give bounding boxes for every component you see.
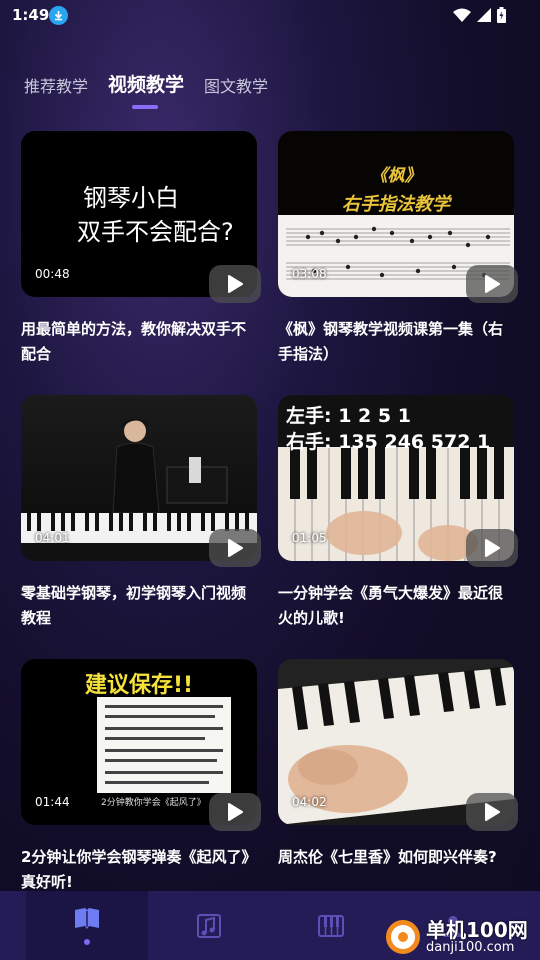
- play-button[interactable]: [209, 265, 261, 303]
- category-tabs: 推荐教学 视频教学 图文教学: [24, 70, 288, 109]
- video-duration: 03:08: [292, 267, 327, 281]
- video-title[interactable]: 《枫》钢琴教学视频课第一集（右手指法）: [278, 317, 514, 367]
- video-card[interactable]: 04:01 零基础学钢琴，初学钢琴入门视频教程: [21, 395, 261, 631]
- status-time: 1:49: [12, 6, 50, 24]
- status-bar: 1:49: [0, 0, 540, 32]
- thumb-line: 左手: 1 2 5 1: [286, 405, 411, 427]
- video-duration: 00:48: [35, 267, 70, 281]
- video-title[interactable]: 零基础学钢琴，初学钢琴入门视频教程: [21, 581, 257, 631]
- play-icon: [228, 539, 243, 557]
- video-card[interactable]: 左手: 1 2 5 1 右手: 135 246 572 1 01:05 一分钟学…: [278, 395, 518, 631]
- tab-recommended[interactable]: 推荐教学: [24, 73, 88, 97]
- video-duration: 01:05: [292, 531, 327, 545]
- thumb-line: 右手: 135 246 572 1: [286, 431, 491, 453]
- thumb-line: 双手不会配合?: [77, 218, 234, 246]
- play-icon: [228, 275, 243, 293]
- play-button[interactable]: [209, 529, 261, 567]
- watermark-name: 单机100网: [426, 918, 528, 942]
- nav-item-sheet[interactable]: [148, 891, 270, 960]
- sheet-music-icon: [197, 913, 221, 938]
- thumb-line: 建议保存!!: [84, 673, 194, 698]
- video-card[interactable]: 建议保存!! 2分钟教你学会《起风了》 01:44 2分钟让你学会钢琴弹奏《起风…: [21, 659, 261, 895]
- play-button[interactable]: [466, 793, 518, 831]
- video-title[interactable]: 周杰伦《七里香》如何即兴伴奏?: [278, 845, 514, 870]
- thumb-caption: 建议保存!!: [21, 667, 257, 699]
- tab-video[interactable]: 视频教学: [108, 70, 184, 109]
- battery-icon: [497, 7, 506, 23]
- video-title[interactable]: 一分钟学会《勇气大爆发》最近很火的儿歌!: [278, 581, 514, 631]
- thumb-caption: 左手: 1 2 5 1 右手: 135 246 572 1: [286, 403, 490, 455]
- signal-icon: [477, 8, 491, 22]
- thumb-subcaption: 2分钟教你学会《起风了》: [101, 798, 206, 808]
- video-duration: 04:02: [292, 795, 327, 809]
- thumb-line: 《枫》: [370, 166, 422, 186]
- play-icon: [228, 803, 243, 821]
- play-icon: [485, 803, 500, 821]
- play-icon: [485, 275, 500, 293]
- nav-item-piano[interactable]: [270, 891, 392, 960]
- thumb-line: 钢琴小白: [83, 184, 179, 212]
- play-button[interactable]: [209, 793, 261, 831]
- nav-item-tutorial[interactable]: [26, 891, 148, 960]
- video-card[interactable]: 04:02 周杰伦《七里香》如何即兴伴奏?: [278, 659, 518, 870]
- thumb-line: 右手指法教学: [342, 194, 450, 215]
- tab-article[interactable]: 图文教学: [204, 73, 268, 97]
- watermark: 单机100网 danji100.com: [386, 912, 538, 960]
- system-icons: [453, 7, 506, 23]
- sheet-image: [97, 697, 231, 793]
- video-card[interactable]: 钢琴小白 双手不会配合? 00:48 用最简单的方法，教你解决双手不配合: [21, 131, 261, 367]
- video-card[interactable]: 《枫》 右手指法教学 03:08 《枫》钢琴教学视频课第一集（右手指法）: [278, 131, 518, 367]
- book-icon: [75, 907, 99, 929]
- active-indicator: [84, 938, 90, 945]
- video-title[interactable]: 2分钟让你学会钢琴弹奏《起风了》真好听!: [21, 845, 257, 895]
- play-button[interactable]: [466, 529, 518, 567]
- thumb-caption: 钢琴小白 双手不会配合?: [77, 181, 234, 249]
- watermark-logo-icon: [386, 920, 420, 954]
- piano-icon: [318, 914, 344, 937]
- video-duration: 01:44: [35, 795, 70, 809]
- video-title[interactable]: 用最简单的方法，教你解决双手不配合: [21, 317, 257, 367]
- watermark-url: danji100.com: [426, 940, 515, 955]
- video-duration: 04:01: [35, 531, 70, 545]
- thumb-caption: 《枫》 右手指法教学: [278, 161, 514, 216]
- wifi-icon: [453, 8, 471, 22]
- download-icon: [49, 6, 68, 25]
- play-button[interactable]: [466, 265, 518, 303]
- play-icon: [485, 539, 500, 557]
